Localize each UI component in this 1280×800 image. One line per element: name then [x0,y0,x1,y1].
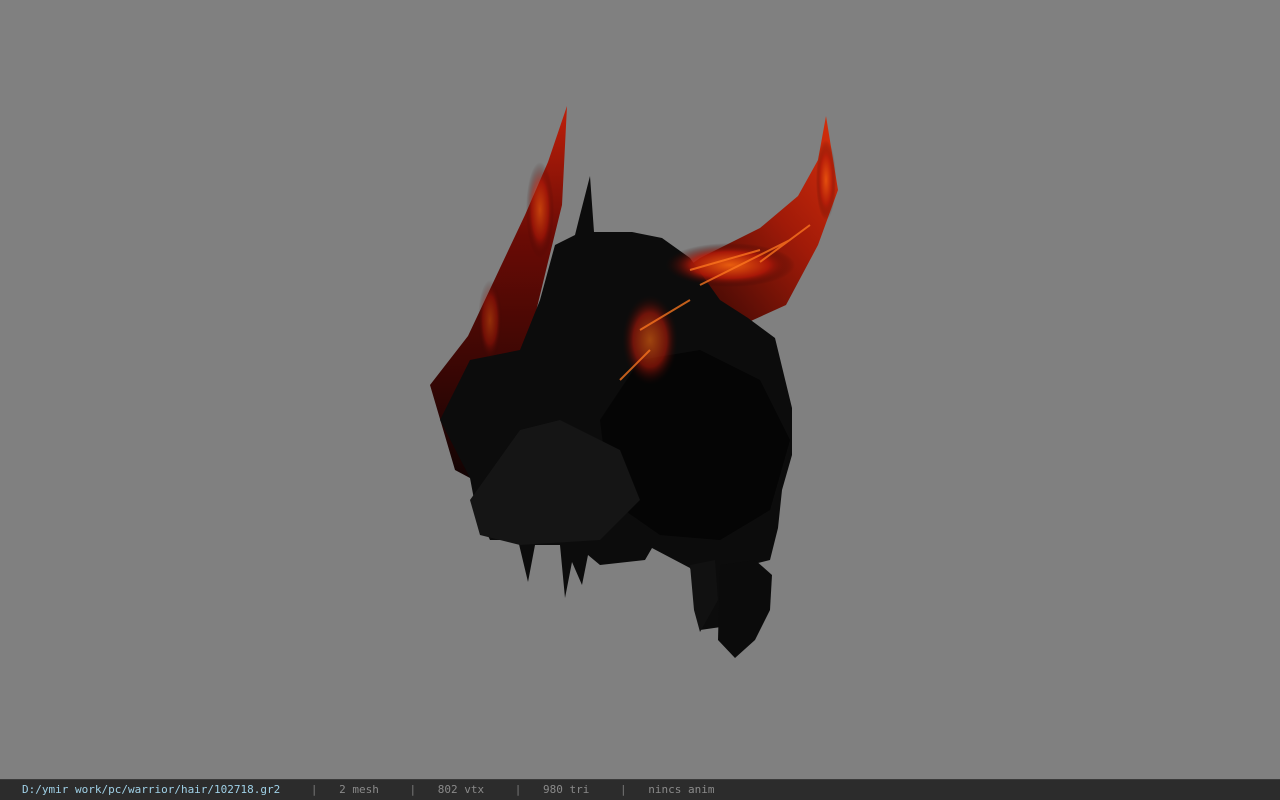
status-bar: D:/ymir work/pc/warrior/hair/102718.gr2 … [0,779,1280,800]
3d-viewport[interactable] [0,0,1280,779]
separator: | [310,783,318,796]
separator: | [409,783,417,796]
mesh-count: 2 mesh [339,783,379,796]
file-path: D:/ymir work/pc/warrior/hair/102718.gr2 [22,783,281,796]
vertex-count: 802 vtx [437,783,485,796]
separator: | [514,783,522,796]
triangle-count: 980 tri [543,783,590,796]
animation-status: nincs anim [648,783,715,796]
separator: | [620,783,627,796]
hair-model-render [430,106,838,658]
